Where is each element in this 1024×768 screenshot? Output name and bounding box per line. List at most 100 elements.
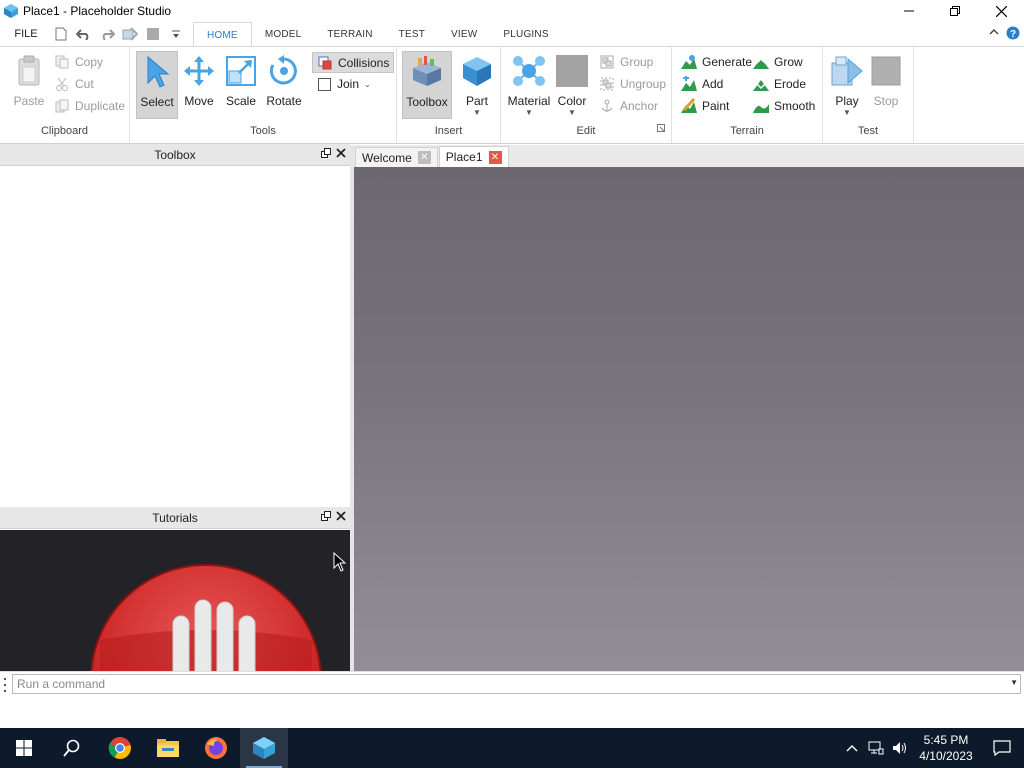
paste-button[interactable]: Paste — [8, 51, 50, 117]
undo-icon[interactable] — [75, 25, 93, 43]
mouse-cursor-icon — [333, 552, 347, 572]
duplicate-button[interactable]: Duplicate — [54, 96, 125, 116]
ungroup-button[interactable]: Ungroup — [599, 74, 666, 94]
collisions-toggle[interactable]: Collisions — [312, 52, 395, 73]
help-icon[interactable]: ? — [1006, 26, 1020, 43]
taskbar-chrome-button[interactable] — [96, 728, 144, 768]
color-dropdown-caret[interactable]: ▼ — [568, 108, 576, 117]
start-button[interactable] — [0, 728, 48, 768]
toolbox-float-icon[interactable] — [321, 147, 331, 161]
taskbar-search-button[interactable] — [48, 728, 96, 768]
taskbar-file-explorer-button[interactable] — [144, 728, 192, 768]
play-dropdown-caret[interactable]: ▼ — [843, 108, 851, 117]
tab-view[interactable]: VIEW — [438, 22, 490, 46]
anchor-icon — [599, 98, 615, 114]
tutorials-float-icon[interactable] — [321, 510, 331, 524]
doc-tab-place1[interactable]: Place1 ✕ — [438, 146, 509, 167]
collisions-icon — [317, 55, 333, 71]
select-tool-button[interactable]: Select — [136, 51, 178, 119]
tools-group: Select Move Scale Rotate Collisions Join… — [130, 47, 397, 143]
tutorials-panel-body[interactable] — [0, 530, 350, 671]
join-toggle[interactable]: Join ⌄ — [316, 74, 371, 94]
toolbox-close-icon[interactable] — [336, 147, 346, 161]
terrain-smooth-button[interactable]: Smooth — [753, 96, 815, 116]
test-group: Play ▼ Stop Test — [823, 47, 914, 143]
customize-toolbar-icon[interactable] — [167, 25, 185, 43]
action-center-button[interactable] — [980, 728, 1024, 768]
join-checkbox[interactable] — [316, 76, 332, 92]
tab-home[interactable]: HOME — [193, 22, 252, 47]
file-menu-tab[interactable]: FILE — [0, 22, 52, 46]
terrain-generate-icon — [681, 54, 697, 70]
publish-icon[interactable] — [121, 25, 139, 43]
ungroup-icon — [599, 76, 615, 92]
play-button[interactable]: Play ▼ — [826, 51, 868, 117]
terrain-add-button[interactable]: Add — [681, 74, 723, 94]
tools-group-label: Tools — [250, 125, 276, 137]
insert-group: Toolbox Part ▼ Insert — [397, 47, 501, 143]
command-bar: ▼ — [0, 671, 1024, 728]
tab-terrain[interactable]: TERRAIN — [314, 22, 385, 46]
part-button[interactable]: Part ▼ — [456, 51, 498, 117]
volume-icon[interactable] — [888, 728, 912, 768]
terrain-generate-button[interactable]: Generate — [681, 52, 752, 72]
terrain-grow-icon — [753, 54, 769, 70]
stop-button[interactable]: Stop — [865, 51, 907, 117]
terrain-add-icon — [681, 76, 697, 92]
doc-tab-welcome-close-icon[interactable]: ✕ — [417, 151, 431, 164]
tutorials-close-icon[interactable] — [336, 510, 346, 524]
scale-tool-button[interactable]: Scale — [220, 51, 262, 117]
network-icon[interactable] — [864, 728, 888, 768]
command-input[interactable] — [12, 674, 1021, 694]
minimize-button[interactable] — [886, 0, 932, 22]
command-bar-grip-icon[interactable] — [4, 678, 7, 692]
doc-tab-place1-close-icon[interactable]: ✕ — [488, 150, 502, 164]
stop-icon[interactable] — [144, 25, 162, 43]
quick-access-toolbar — [52, 22, 185, 46]
test-group-label: Test — [857, 125, 879, 137]
rotate-tool-button[interactable]: Rotate — [262, 51, 306, 117]
join-dropdown-caret[interactable]: ⌄ — [364, 80, 371, 89]
tray-overflow-chevron-icon[interactable] — [840, 728, 864, 768]
windows-logo-icon — [16, 740, 32, 756]
cut-button[interactable]: Cut — [54, 74, 94, 94]
part-dropdown-caret[interactable]: ▼ — [473, 108, 481, 117]
material-dropdown-caret[interactable]: ▼ — [525, 108, 533, 117]
title-bar: Place1 - Placeholder Studio — [0, 0, 1024, 22]
toolbox-icon — [410, 54, 444, 90]
collapse-ribbon-icon[interactable] — [988, 26, 1000, 43]
tutorials-panel-title: Tutorials — [152, 510, 198, 525]
3d-viewport[interactable] — [354, 167, 1024, 671]
restore-button[interactable] — [932, 0, 978, 22]
copy-button[interactable]: Copy — [54, 52, 103, 72]
command-history-dropdown-icon[interactable]: ▼ — [1010, 678, 1018, 687]
terrain-paint-button[interactable]: Paint — [681, 96, 729, 116]
doc-tab-place1-label: Place1 — [445, 150, 483, 164]
new-file-icon[interactable] — [52, 25, 70, 43]
terrain-grow-button[interactable]: Grow — [753, 52, 803, 72]
terrain-smooth-icon — [753, 98, 769, 114]
taskbar-studio-button[interactable] — [240, 728, 288, 768]
toolbox-button[interactable]: Toolbox — [402, 51, 452, 119]
tab-plugins[interactable]: PLUGINS — [490, 22, 561, 46]
system-tray: 5:45 PM 4/10/2023 — [840, 728, 1024, 768]
doc-tab-welcome[interactable]: Welcome ✕ — [355, 147, 438, 167]
stop-square-icon — [869, 53, 903, 89]
move-arrows-icon — [182, 53, 216, 89]
copy-icon — [54, 54, 70, 70]
taskbar-clock[interactable]: 5:45 PM 4/10/2023 — [912, 732, 980, 764]
tab-model[interactable]: MODEL — [252, 22, 315, 46]
close-button[interactable] — [978, 0, 1024, 22]
paste-icon — [12, 53, 46, 89]
taskbar: 5:45 PM 4/10/2023 — [0, 728, 1024, 768]
terrain-erode-button[interactable]: Erode — [753, 74, 806, 94]
color-button[interactable]: Color ▼ — [551, 51, 593, 117]
anchor-button[interactable]: Anchor — [599, 96, 658, 116]
tab-test[interactable]: TEST — [386, 22, 438, 46]
group-button[interactable]: Group — [599, 52, 653, 72]
material-button[interactable]: Material ▼ — [507, 51, 551, 117]
move-tool-button[interactable]: Move — [178, 51, 220, 117]
svg-text:?: ? — [1010, 29, 1016, 40]
redo-icon[interactable] — [98, 25, 116, 43]
taskbar-firefox-button[interactable] — [192, 728, 240, 768]
